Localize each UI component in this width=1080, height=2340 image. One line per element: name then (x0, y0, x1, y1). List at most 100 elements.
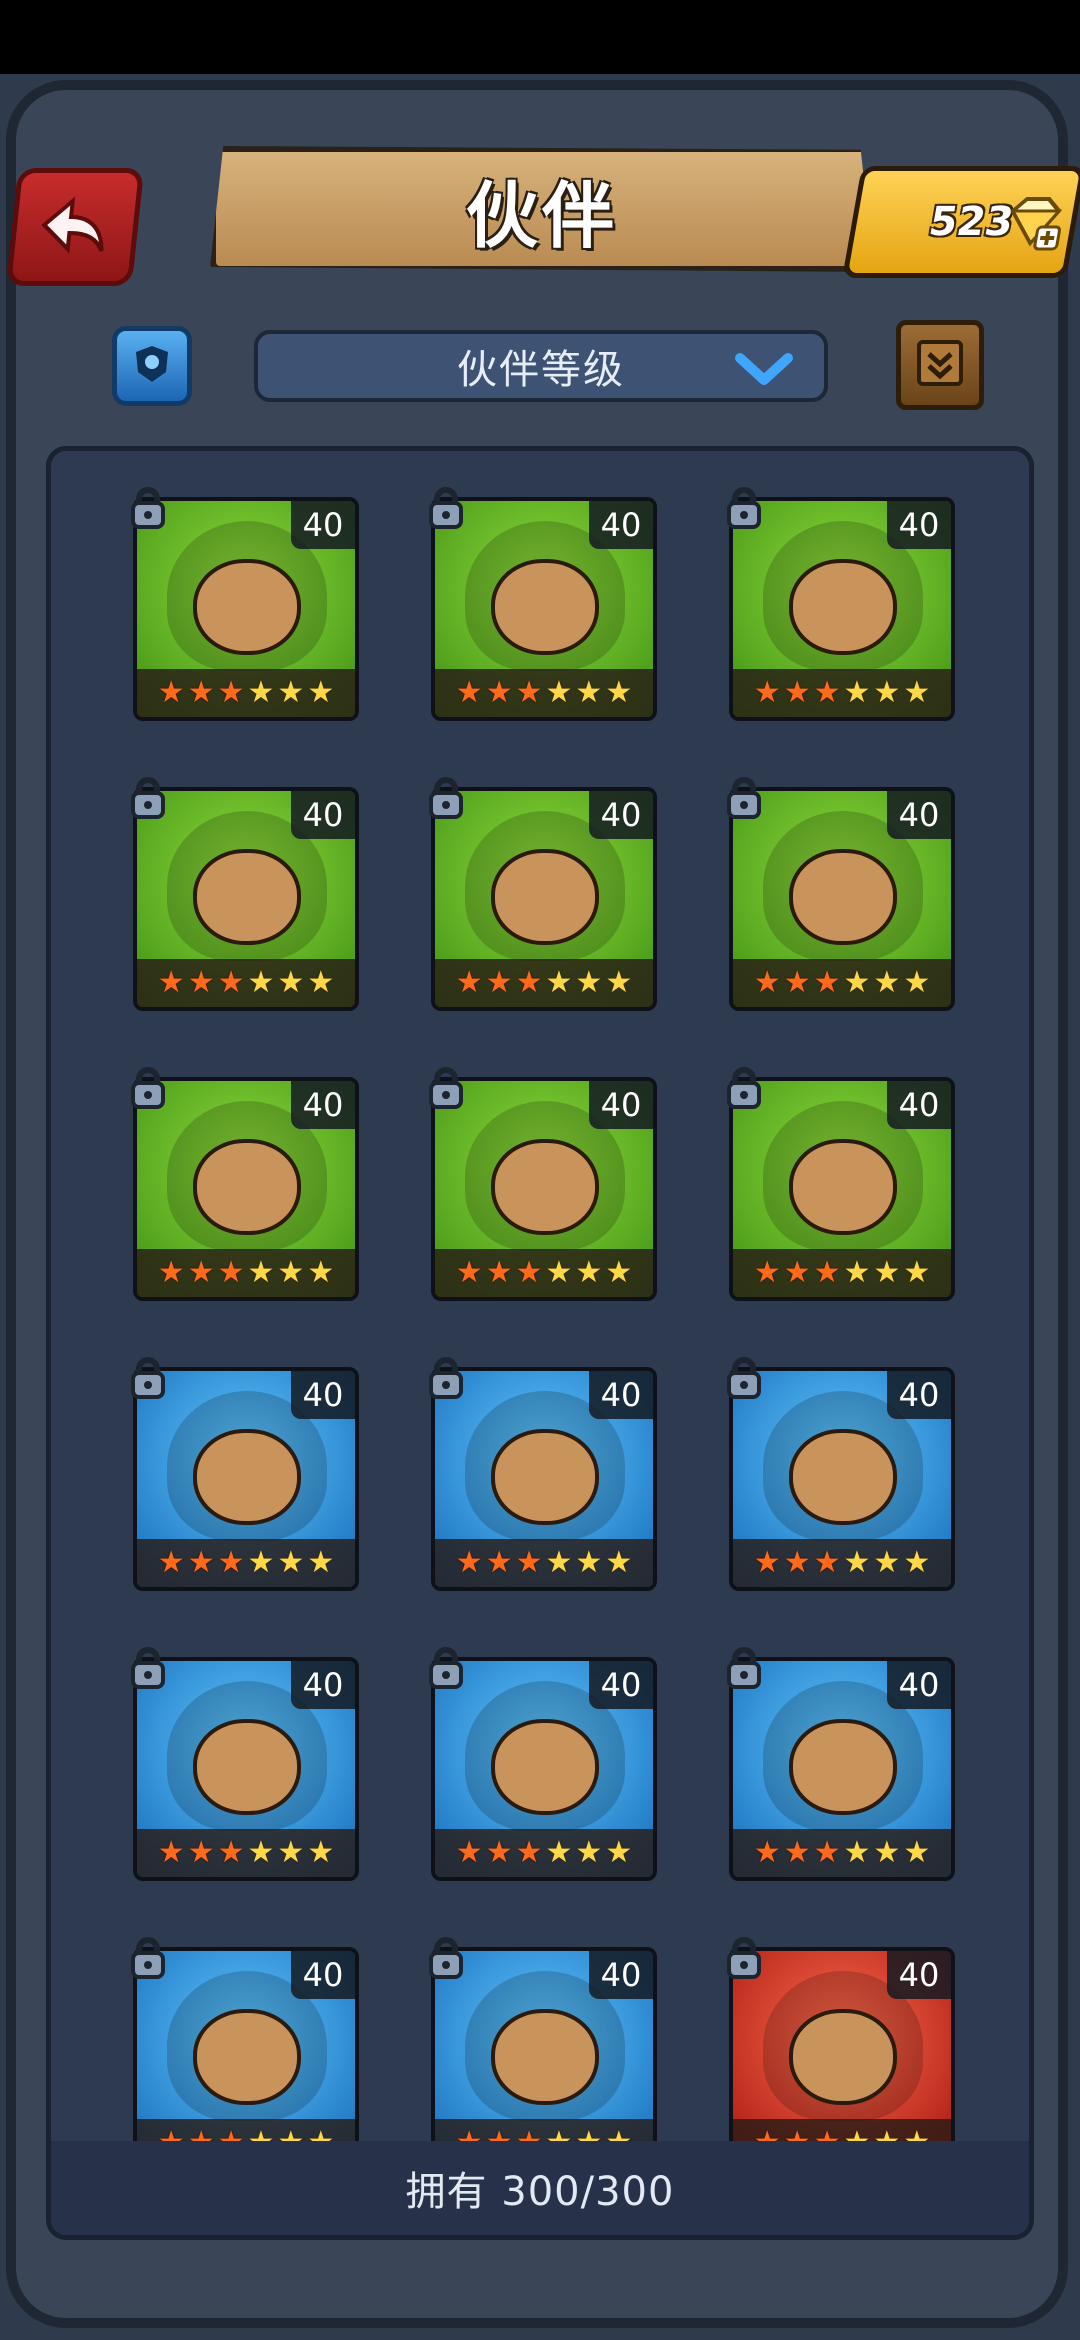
lock-icon[interactable] (423, 1935, 469, 1985)
star-icon: ★ (277, 1545, 305, 1580)
lock-icon[interactable] (423, 775, 469, 825)
partner-level: 40 (589, 1951, 653, 1999)
lock-icon[interactable] (125, 775, 171, 825)
star-icon: ★ (753, 1545, 781, 1580)
star-rating: ★★★★★★ (435, 1829, 653, 1877)
star-icon: ★ (157, 1255, 185, 1290)
partner-level: 40 (589, 1661, 653, 1709)
partner-portrait-face (491, 2009, 599, 2105)
back-button[interactable] (5, 168, 145, 286)
lock-icon[interactable] (423, 1645, 469, 1695)
gem-plus-icon (999, 193, 1068, 257)
lock-icon[interactable] (423, 1065, 469, 1115)
partner-slot: 40★★★★★★ (727, 1067, 955, 1301)
partner-portrait-face (491, 1139, 599, 1235)
star-icon: ★ (545, 675, 573, 710)
star-rating: ★★★★★★ (435, 1249, 653, 1297)
star-icon: ★ (217, 1835, 245, 1870)
star-icon: ★ (813, 1545, 841, 1580)
star-rating: ★★★★★★ (435, 959, 653, 1007)
sort-label: 伙伴等级 (457, 347, 625, 393)
star-rating: ★★★★★★ (435, 669, 653, 717)
star-icon: ★ (307, 965, 335, 1000)
star-icon: ★ (515, 965, 543, 1000)
star-icon: ★ (277, 675, 305, 710)
star-rating: ★★★★★★ (137, 959, 355, 1007)
star-icon: ★ (515, 1835, 543, 1870)
partner-portrait-face (193, 1429, 301, 1525)
star-icon: ★ (455, 1255, 483, 1290)
star-icon: ★ (903, 1835, 931, 1870)
partner-level: 40 (291, 501, 355, 549)
partner-portrait-face (789, 559, 897, 655)
lock-icon[interactable] (423, 1355, 469, 1405)
star-icon: ★ (187, 1545, 215, 1580)
star-icon: ★ (217, 965, 245, 1000)
partner-level: 40 (589, 791, 653, 839)
partner-portrait-face (193, 1719, 301, 1815)
star-icon: ★ (545, 1835, 573, 1870)
gem-currency-button[interactable]: 523 (842, 166, 1080, 278)
owned-count: 拥有 300/300 (405, 2169, 675, 2215)
star-rating: ★★★★★★ (435, 1539, 653, 1587)
codex-book-button[interactable] (896, 320, 984, 410)
lock-icon[interactable] (125, 1935, 171, 1985)
star-icon: ★ (545, 1545, 573, 1580)
star-icon: ★ (307, 1255, 335, 1290)
star-rating: ★★★★★★ (733, 959, 951, 1007)
star-icon: ★ (157, 1835, 185, 1870)
star-icon: ★ (515, 1545, 543, 1580)
star-icon: ★ (455, 1835, 483, 1870)
partner-portrait-face (789, 2009, 897, 2105)
star-icon: ★ (455, 675, 483, 710)
partner-portrait-face (193, 1139, 301, 1235)
lock-icon[interactable] (721, 1935, 767, 1985)
lock-icon[interactable] (125, 485, 171, 535)
star-icon: ★ (753, 965, 781, 1000)
lock-icon[interactable] (721, 775, 767, 825)
partner-level: 40 (887, 1081, 951, 1129)
star-icon: ★ (157, 965, 185, 1000)
star-icon: ★ (247, 965, 275, 1000)
star-icon: ★ (247, 1545, 275, 1580)
star-icon: ★ (217, 675, 245, 710)
star-icon: ★ (217, 1255, 245, 1290)
lock-icon[interactable] (721, 1645, 767, 1695)
star-rating: ★★★★★★ (137, 1829, 355, 1877)
partner-portrait-face (789, 849, 897, 945)
lock-icon[interactable] (125, 1355, 171, 1405)
star-icon: ★ (187, 1835, 215, 1870)
partner-slot: 40★★★★★★ (429, 1067, 657, 1301)
lock-icon[interactable] (721, 1355, 767, 1405)
sort-dropdown[interactable]: 伙伴等级 (254, 330, 828, 402)
star-icon: ★ (277, 965, 305, 1000)
partner-slot: 40★★★★★★ (429, 1357, 657, 1591)
star-icon: ★ (575, 1255, 603, 1290)
partner-slot: 40★★★★★★ (429, 1937, 657, 2171)
star-icon: ★ (753, 1255, 781, 1290)
partner-level: 40 (887, 501, 951, 549)
partner-list-panel[interactable]: 40 ★ ★ ★ ★ ★ ★ 40 ★ ★ ★ ★ ★ ★ 40 ★ ★ ★ ★ ★ ★ 40 ★ ★ ★ ★ ★ ★ 40 ★ ★ ★ ★ ★ ★… (46, 446, 1034, 2240)
star-icon: ★ (873, 1835, 901, 1870)
partner-portrait-face (789, 1139, 897, 1235)
owned-count-bar: 拥有 300/300 (51, 2141, 1029, 2235)
lock-icon[interactable] (125, 1645, 171, 1695)
partner-slot: 40★★★★★★ (131, 1357, 359, 1591)
partner-slot: 40★★★★★★ (131, 1937, 359, 2171)
star-icon: ★ (485, 965, 513, 1000)
partner-level: 40 (291, 1371, 355, 1419)
lock-icon[interactable] (423, 485, 469, 535)
star-icon: ★ (783, 1545, 811, 1580)
lock-icon[interactable] (721, 1065, 767, 1115)
star-icon: ★ (217, 1545, 245, 1580)
lock-icon[interactable] (721, 485, 767, 535)
star-icon: ★ (455, 965, 483, 1000)
partner-level: 40 (291, 1951, 355, 1999)
star-icon: ★ (307, 675, 335, 710)
star-icon: ★ (485, 1835, 513, 1870)
lock-icon[interactable] (125, 1065, 171, 1115)
star-icon: ★ (783, 965, 811, 1000)
star-icon: ★ (783, 1255, 811, 1290)
filter-button[interactable] (112, 326, 192, 406)
partner-slot: 40★★★★★★ (727, 777, 955, 1011)
